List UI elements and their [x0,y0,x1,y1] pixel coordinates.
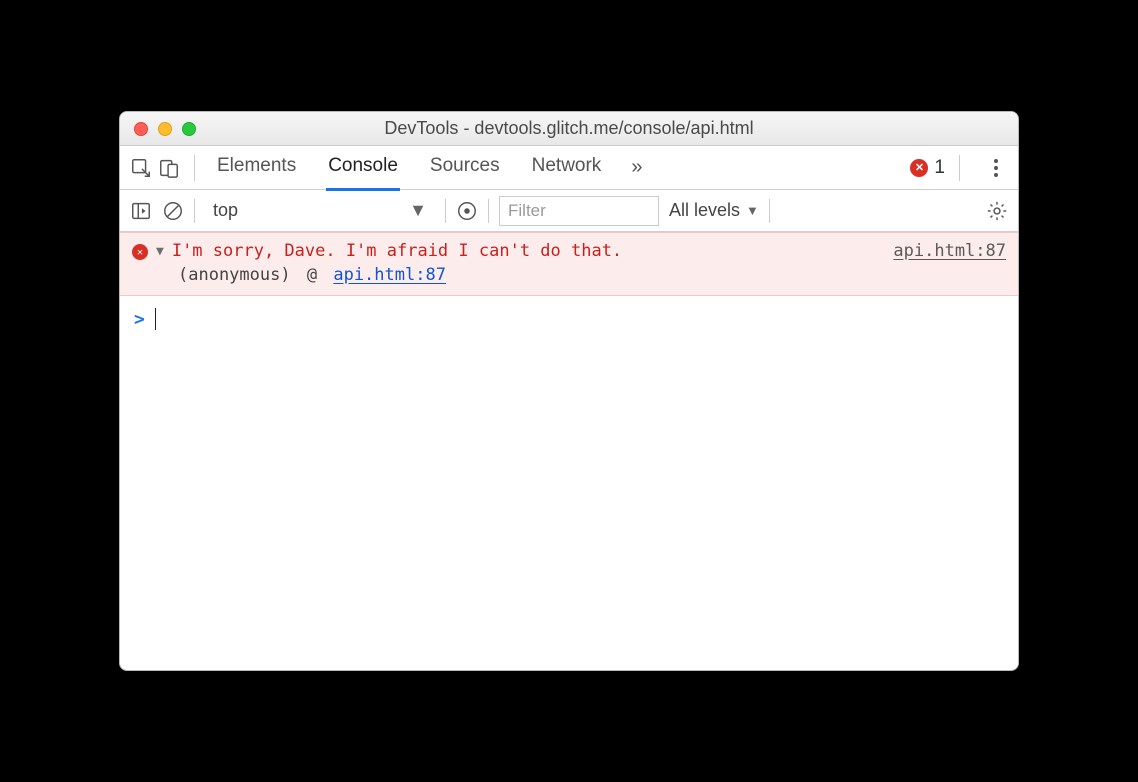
tab-console[interactable]: Console [326,145,400,191]
context-selector[interactable]: top ▼ [205,197,435,225]
log-levels-selector[interactable]: All levels ▼ [669,200,759,221]
stack-source-link[interactable]: api.html:87 [333,265,446,285]
separator [769,199,770,223]
error-count-value: 1 [934,157,945,179]
stack-at-symbol: @ [307,265,317,285]
separator [959,155,960,181]
error-icon [910,159,928,177]
filter-input[interactable] [499,196,659,226]
console-output: ▼ I'm sorry, Dave. I'm afraid I can't do… [120,232,1018,670]
separator [194,199,195,223]
console-toolbar: top ▼ All levels ▼ [120,190,1018,232]
separator [194,155,195,181]
gear-icon[interactable] [986,200,1008,222]
chevron-down-icon: ▼ [409,200,427,221]
window-title: DevTools - devtools.glitch.me/console/ap… [120,118,1018,139]
tab-network[interactable]: Network [530,145,604,191]
console-error-entry[interactable]: ▼ I'm sorry, Dave. I'm afraid I can't do… [120,232,1018,296]
text-caret [155,308,156,330]
context-value: top [213,200,238,221]
settings-menu-button[interactable] [988,153,1004,183]
chevron-down-icon: ▼ [746,203,759,218]
live-expression-icon[interactable] [456,200,478,222]
error-stack-line: (anonymous) @ api.html:87 [132,265,1006,285]
tab-elements[interactable]: Elements [215,145,298,191]
device-toggle-icon[interactable] [158,157,180,179]
titlebar: DevTools - devtools.glitch.me/console/ap… [120,112,1018,146]
devtools-window: DevTools - devtools.glitch.me/console/ap… [119,111,1019,671]
separator [445,199,446,223]
separator [488,199,489,223]
panel-tabs: Elements Console Sources Network [215,145,603,191]
clear-console-icon[interactable] [162,200,184,222]
stack-frame-label: (anonymous) [178,265,291,285]
prompt-chevron-icon: > [134,309,145,330]
more-tabs-button[interactable]: » [631,156,642,179]
disclosure-triangle-icon[interactable]: ▼ [156,244,164,259]
log-levels-label: All levels [669,200,740,221]
toggle-sidebar-icon[interactable] [130,200,152,222]
inspect-icon[interactable] [130,157,152,179]
error-source-link[interactable]: api.html:87 [893,241,1006,261]
error-counter[interactable]: 1 [910,157,945,179]
error-icon [132,244,148,260]
main-toolbar: Elements Console Sources Network » 1 [120,146,1018,190]
tab-sources[interactable]: Sources [428,145,502,191]
error-message: I'm sorry, Dave. I'm afraid I can't do t… [172,241,622,261]
console-prompt[interactable]: > [120,296,1018,342]
